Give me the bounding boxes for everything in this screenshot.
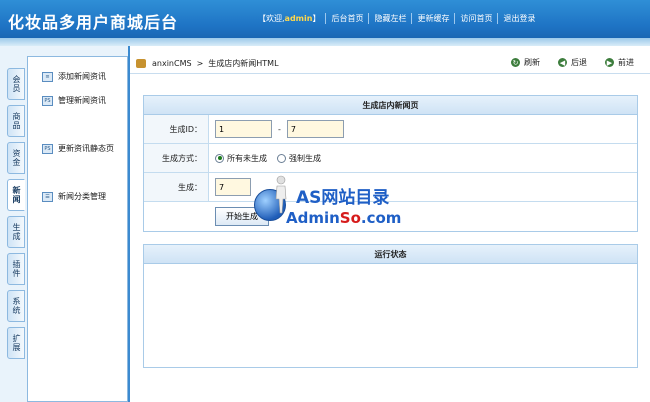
side-item-manage-news[interactable]: PS 管理新闻资讯 (42, 95, 106, 106)
id-to-input[interactable] (286, 120, 344, 138)
row-mode: 生成方式： 所有未生成 强制生成 (144, 144, 637, 173)
nav-admin-home[interactable]: 后台首页 (326, 13, 370, 24)
tab-funds[interactable]: 资金 (7, 142, 25, 174)
tab-extend[interactable]: 扩展 (7, 327, 25, 359)
breadcrumb-bar: anxinCMS > 生成店内新闻HTML ↻ 刷新 ◀ 后退 ▶ 前进 (130, 52, 650, 74)
breadcrumb-root[interactable]: anxinCMS (152, 59, 192, 68)
breadcrumb-sep: > (196, 59, 204, 68)
forward-icon: ▶ (605, 58, 614, 67)
list-icon: ☰ (42, 191, 53, 202)
username: admin (284, 14, 313, 23)
side-item-label: 新闻分类管理 (58, 192, 106, 201)
tab-system[interactable]: 系统 (7, 290, 25, 322)
welcome-text: 【欢迎,admin】 (253, 13, 327, 24)
breadcrumb: anxinCMS > 生成店内新闻HTML (136, 58, 279, 69)
tab-news[interactable]: 新闻 (7, 179, 25, 211)
forward-button[interactable]: ▶ 前进 (605, 57, 634, 68)
side-item-update-static[interactable]: PS 更新资讯静态页 (42, 143, 114, 154)
refresh-icon: ↻ (511, 58, 520, 67)
id-from-input[interactable] (215, 120, 272, 138)
side-item-label: 更新资讯静态页 (58, 144, 114, 153)
top-nav: 【欢迎,admin】 后台首页 隐藏左栏 更新缓存 访问首页 退出登录 (253, 13, 540, 24)
document-icon: ≡ (42, 71, 53, 82)
id-dash: - (278, 124, 281, 134)
back-icon: ◀ (558, 58, 567, 67)
page-actions: ↻ 刷新 ◀ 后退 ▶ 前进 (493, 57, 634, 68)
status-panel: 运行状态 (143, 244, 638, 368)
nav-visit-home[interactable]: 访问首页 (455, 13, 499, 24)
tab-goods[interactable]: 商品 (7, 105, 25, 137)
vertical-tabs: 会员 商品 资金 新闻 生成 插件 系统 扩展 (7, 68, 27, 364)
home-icon (136, 59, 146, 68)
app-title: 化妆品多用户商城后台 (8, 13, 179, 32)
nav-logout[interactable]: 退出登录 (498, 13, 540, 24)
generate-label: 生成： (144, 173, 209, 201)
status-title: 运行状态 (144, 245, 637, 264)
ps-icon: PS (42, 143, 53, 154)
side-item-label: 添加新闻资讯 (58, 72, 106, 81)
mode-all-ungenerated[interactable]: 所有未生成 (215, 153, 267, 164)
side-item-news-category[interactable]: ☰ 新闻分类管理 (42, 191, 106, 202)
generate-count-input[interactable] (215, 178, 251, 196)
tab-member[interactable]: 会员 (7, 68, 25, 100)
id-label: 生成ID： (144, 115, 209, 143)
header-subbar (0, 38, 650, 46)
mode-force[interactable]: 强制生成 (277, 153, 321, 164)
panel-title: 生成店内新闻页 (144, 96, 637, 115)
side-menu: ≡ 添加新闻资讯 PS 管理新闻资讯 PS 更新资讯静态页 ☰ 新闻分类管理 (27, 56, 128, 402)
watermark-line2: AdminSo.com (286, 209, 402, 227)
radio-unchecked (277, 153, 286, 163)
site-watermark: AS网站目录 AdminSo.com (252, 175, 412, 235)
breadcrumb-current: 生成店内新闻HTML (208, 59, 279, 68)
back-button[interactable]: ◀ 后退 (558, 57, 587, 68)
top-header: 化妆品多用户商城后台 【欢迎,admin】 后台首页 隐藏左栏 更新缓存 访问首… (0, 0, 650, 38)
side-item-add-news[interactable]: ≡ 添加新闻资讯 (42, 71, 106, 82)
side-item-label: 管理新闻资讯 (58, 96, 106, 105)
nav-update-cache[interactable]: 更新缓存 (412, 13, 456, 24)
mode-label: 生成方式： (144, 144, 209, 172)
nav-hide-left[interactable]: 隐藏左栏 (369, 13, 413, 24)
watermark-line1: AS网站目录 (296, 188, 390, 208)
ps-icon: PS (42, 95, 53, 106)
refresh-button[interactable]: ↻ 刷新 (511, 57, 540, 68)
row-id-range: 生成ID： - (144, 115, 637, 144)
tab-plugins[interactable]: 插件 (7, 253, 25, 285)
tab-generate[interactable]: 生成 (7, 216, 25, 248)
radio-checked (215, 153, 224, 163)
